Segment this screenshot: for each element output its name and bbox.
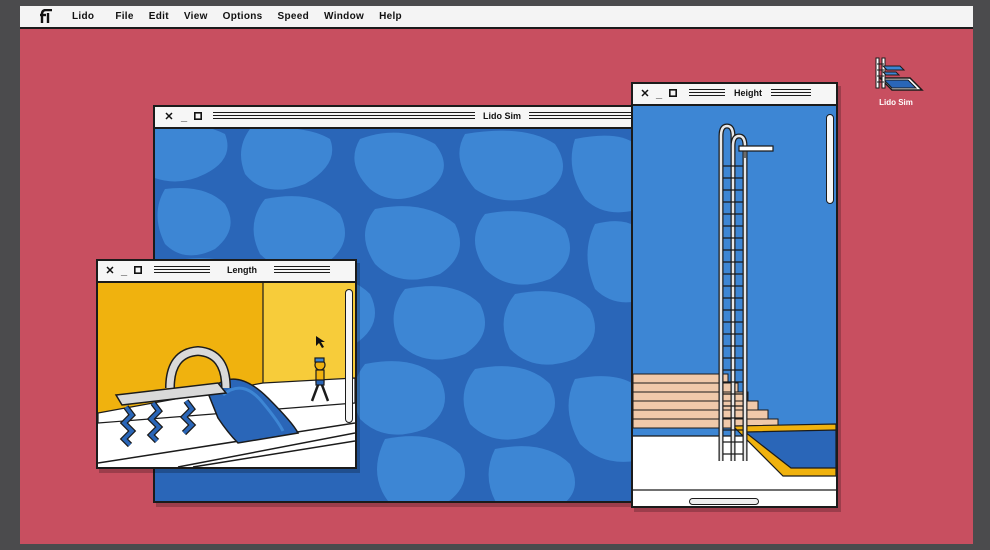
desktop-icon-lido-sim[interactable]: Lido Sim bbox=[866, 52, 926, 112]
minimize-icon[interactable]: _ bbox=[654, 88, 664, 100]
titlebar-stripes bbox=[771, 89, 811, 98]
close-icon[interactable]: ✕ bbox=[164, 111, 174, 123]
titlebar-stripes bbox=[689, 89, 725, 98]
close-icon[interactable]: ✕ bbox=[640, 88, 650, 100]
window-titlebar[interactable]: ✕ _ Length bbox=[98, 261, 355, 283]
length-view[interactable] bbox=[98, 283, 355, 467]
menu-edit[interactable]: Edit bbox=[149, 11, 169, 22]
lido-logo-icon[interactable] bbox=[34, 6, 60, 28]
window-title: Length bbox=[227, 265, 257, 275]
window-title: Lido Sim bbox=[483, 111, 521, 121]
diving-pool-icon bbox=[875, 57, 924, 91]
menu-app-name[interactable]: Lido bbox=[72, 11, 94, 22]
vertical-scrollbar[interactable] bbox=[826, 114, 834, 204]
menu-file[interactable]: File bbox=[115, 11, 133, 22]
menu-options[interactable]: Options bbox=[223, 11, 263, 22]
titlebar-stripes bbox=[274, 266, 330, 275]
desktop-icon-label: Lido Sim bbox=[879, 98, 913, 107]
titlebar-stripes bbox=[154, 266, 210, 275]
menu-speed[interactable]: Speed bbox=[278, 11, 310, 22]
length-window: ✕ _ Length bbox=[96, 259, 357, 469]
maximize-icon[interactable] bbox=[133, 265, 143, 277]
close-icon[interactable]: ✕ bbox=[105, 265, 115, 277]
minimize-icon[interactable]: _ bbox=[119, 265, 129, 277]
menu-window[interactable]: Window bbox=[324, 11, 364, 22]
vertical-scrollbar[interactable] bbox=[345, 289, 353, 423]
maximize-icon[interactable] bbox=[193, 111, 203, 123]
diving-tower-illustration bbox=[633, 106, 836, 506]
window-titlebar[interactable]: ✕ _ Height bbox=[633, 84, 836, 106]
diving-board-scene-illustration bbox=[98, 283, 355, 467]
desktop: Lido File Edit View Options Speed Window… bbox=[20, 6, 973, 544]
menu-bar: Lido File Edit View Options Speed Window… bbox=[20, 6, 973, 29]
window-title: Height bbox=[734, 88, 762, 98]
menu-help[interactable]: Help bbox=[379, 11, 402, 22]
minimize-icon[interactable]: _ bbox=[179, 111, 189, 123]
menu-view[interactable]: View bbox=[184, 11, 208, 22]
height-window: ✕ _ Height bbox=[631, 82, 838, 508]
height-view[interactable] bbox=[633, 106, 836, 506]
maximize-icon[interactable] bbox=[668, 88, 678, 100]
window-titlebar[interactable]: ✕ _ Lido Sim bbox=[155, 107, 635, 129]
titlebar-stripes bbox=[529, 112, 635, 121]
titlebar-stripes bbox=[213, 112, 475, 121]
horizontal-scrollbar[interactable] bbox=[689, 498, 759, 505]
